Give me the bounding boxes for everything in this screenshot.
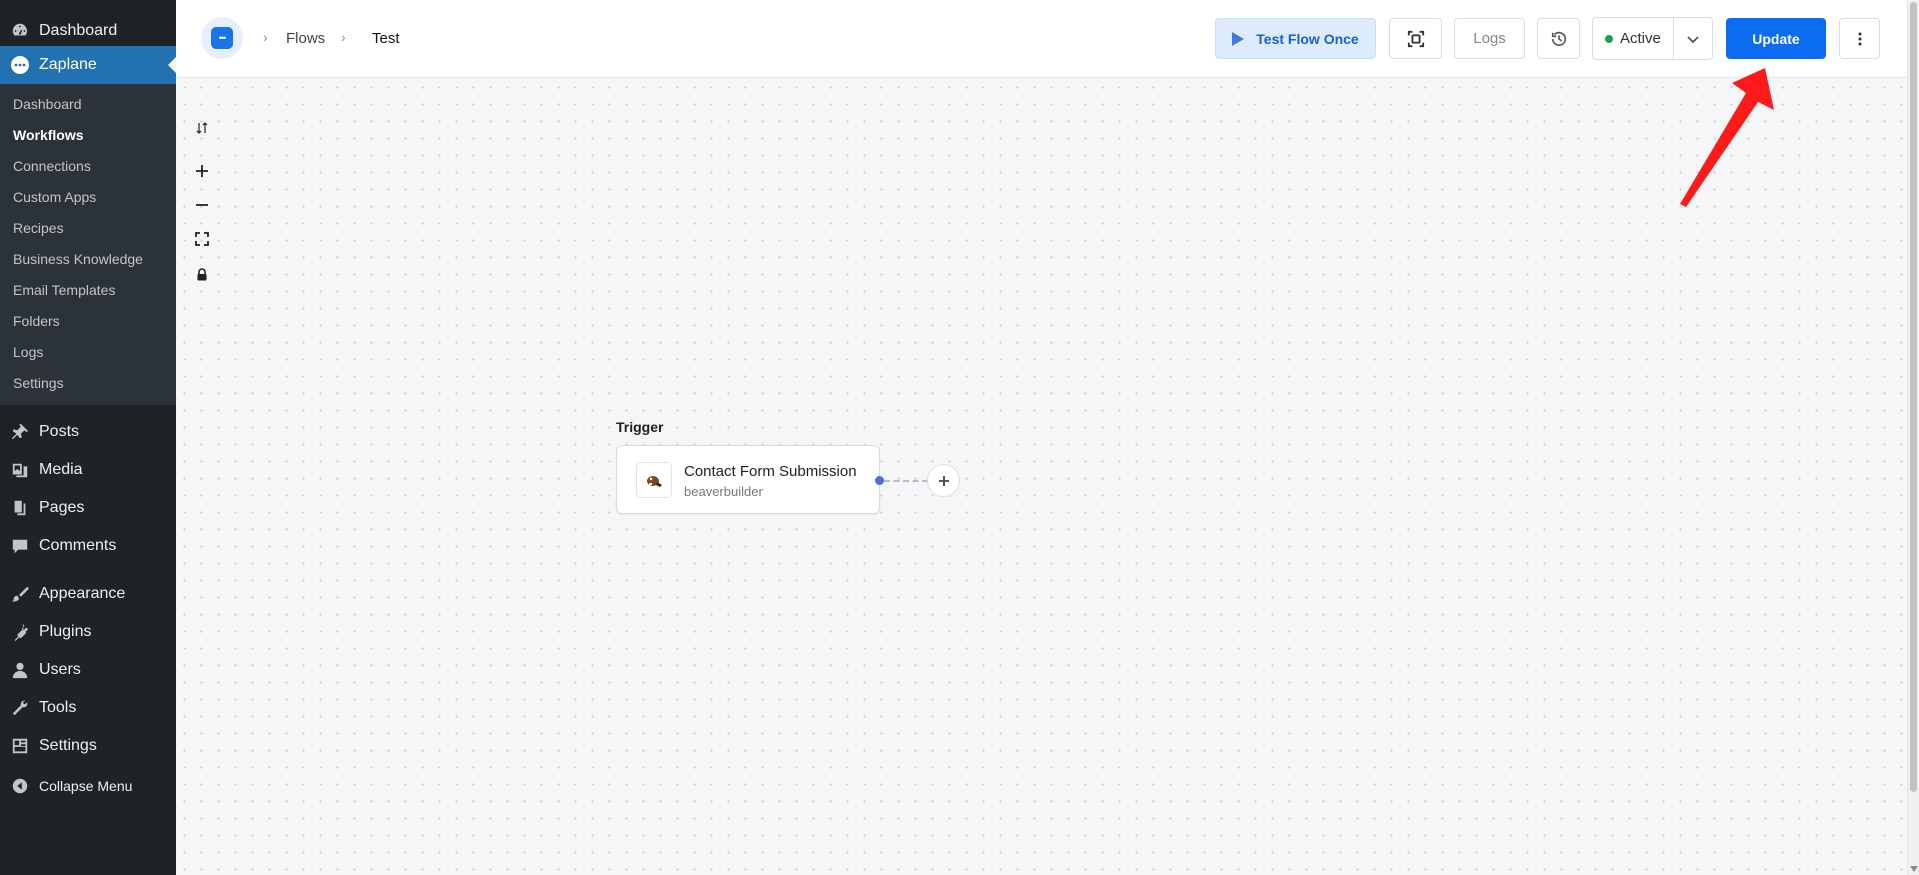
node-output-handle[interactable]	[875, 476, 884, 485]
zoom-in-icon[interactable]	[192, 161, 212, 181]
menu-label: Tools	[39, 699, 77, 716]
fullscreen-icon[interactable]	[192, 229, 212, 249]
submenu-dashboard[interactable]: Dashboard	[0, 89, 176, 120]
menu-users[interactable]: Users	[0, 651, 176, 689]
pin-icon	[10, 422, 30, 442]
menu-media[interactable]: Media	[0, 451, 176, 489]
menu-label: Pages	[39, 499, 85, 516]
submenu-connections[interactable]: Connections	[0, 151, 176, 182]
submenu-folders[interactable]: Folders	[0, 306, 176, 337]
menu-tools[interactable]: Tools	[0, 689, 176, 727]
menu-comments[interactable]: Comments	[0, 527, 176, 565]
focus-frame-icon	[1407, 30, 1424, 47]
menu-label: Zaplane	[39, 56, 97, 73]
chevron-down-icon[interactable]	[1674, 18, 1712, 59]
plus-icon	[938, 475, 949, 486]
menu-label: Users	[39, 661, 81, 678]
history-icon	[1551, 31, 1566, 46]
submenu-settings[interactable]: Settings	[0, 368, 176, 399]
submenu-workflows[interactable]: Workflows	[0, 120, 176, 151]
update-button[interactable]: Update	[1726, 18, 1826, 59]
status-dropdown[interactable]: Active	[1592, 17, 1713, 60]
status-dot-icon	[1605, 34, 1613, 43]
logs-label: Logs	[1473, 30, 1506, 47]
logs-button[interactable]: Logs	[1454, 18, 1525, 59]
swap-direction-icon[interactable]	[192, 118, 212, 138]
submenu-recipes[interactable]: Recipes	[0, 213, 176, 244]
scroll-down-icon[interactable]	[1910, 866, 1918, 872]
more-vertical-icon	[1858, 32, 1861, 45]
zoom-out-icon[interactable]	[192, 195, 212, 215]
wrench-icon	[10, 698, 30, 718]
menu-zaplane[interactable]: Zaplane	[0, 46, 176, 84]
settings-icon	[10, 736, 30, 756]
app-logo[interactable]: •••	[201, 17, 243, 59]
test-flow-button[interactable]: Test Flow Once	[1215, 18, 1376, 59]
menu-plugins[interactable]: Plugins	[0, 613, 176, 651]
zaplane-logo-icon: •••	[211, 27, 233, 49]
trigger-node[interactable]: Contact Form Submission beaverbuilder	[616, 445, 880, 514]
menu-label: Settings	[39, 737, 97, 754]
menu-label: Posts	[39, 423, 80, 440]
menu-collapse[interactable]: Collapse Menu	[0, 767, 176, 805]
more-options-button[interactable]	[1839, 18, 1880, 59]
menu-label: Comments	[39, 537, 117, 554]
play-icon	[1232, 31, 1245, 46]
menu-label: Appearance	[39, 585, 126, 602]
submenu-business-knowledge[interactable]: Business Knowledge	[0, 244, 176, 275]
submenu-logs[interactable]: Logs	[0, 337, 176, 368]
menu-settings[interactable]: Settings	[0, 727, 176, 765]
flow-header: ••• › Flows › Test Test Flow Once Logs A…	[176, 0, 1907, 78]
pages-icon	[10, 498, 30, 518]
admin-sidebar: Dashboard Zaplane Dashboard Workflows Co…	[0, 0, 176, 875]
node-subtitle: beaverbuilder	[684, 484, 763, 499]
brush-icon	[10, 584, 30, 604]
media-icon	[10, 460, 30, 480]
connector-edge	[884, 480, 928, 482]
menu-label: Dashboard	[39, 21, 118, 39]
node-title: Contact Form Submission	[684, 463, 857, 480]
flow-canvas[interactable]: Trigger Contact Form Submission beaverbu…	[176, 79, 1907, 875]
chevron-right-icon: ›	[341, 29, 346, 45]
zaplane-submenu: Dashboard Workflows Connections Custom A…	[0, 84, 176, 405]
submenu-custom-apps[interactable]: Custom Apps	[0, 182, 176, 213]
zaplane-icon	[10, 55, 30, 75]
menu-label: Plugins	[39, 623, 92, 640]
lock-icon[interactable]	[192, 264, 212, 284]
plug-icon	[10, 622, 30, 642]
dashboard-icon	[10, 21, 30, 41]
page-scrollbar[interactable]	[1907, 0, 1919, 875]
collapse-icon	[10, 776, 30, 796]
menu-appearance[interactable]: Appearance	[0, 575, 176, 613]
comment-icon	[10, 536, 30, 556]
history-button[interactable]	[1537, 18, 1580, 59]
menu-pages[interactable]: Pages	[0, 489, 176, 527]
beaver-icon	[636, 462, 672, 498]
test-flow-label: Test Flow Once	[1256, 30, 1359, 47]
menu-dashboard[interactable]: Dashboard	[0, 15, 176, 46]
trigger-section-label: Trigger	[616, 419, 664, 435]
add-step-button[interactable]	[927, 464, 960, 497]
menu-label: Collapse Menu	[39, 778, 133, 794]
breadcrumb-flows[interactable]: Flows	[286, 30, 325, 47]
menu-posts[interactable]: Posts	[0, 413, 176, 451]
breadcrumb-current: Test	[372, 30, 400, 47]
update-label: Update	[1752, 30, 1800, 47]
user-icon	[10, 660, 30, 680]
scrollbar-thumb[interactable]	[1910, 2, 1917, 792]
chevron-right-icon: ›	[263, 29, 268, 45]
menu-label: Media	[39, 461, 83, 478]
status-label: Active	[1620, 30, 1661, 47]
fit-view-button[interactable]	[1389, 18, 1442, 59]
submenu-email-templates[interactable]: Email Templates	[0, 275, 176, 306]
